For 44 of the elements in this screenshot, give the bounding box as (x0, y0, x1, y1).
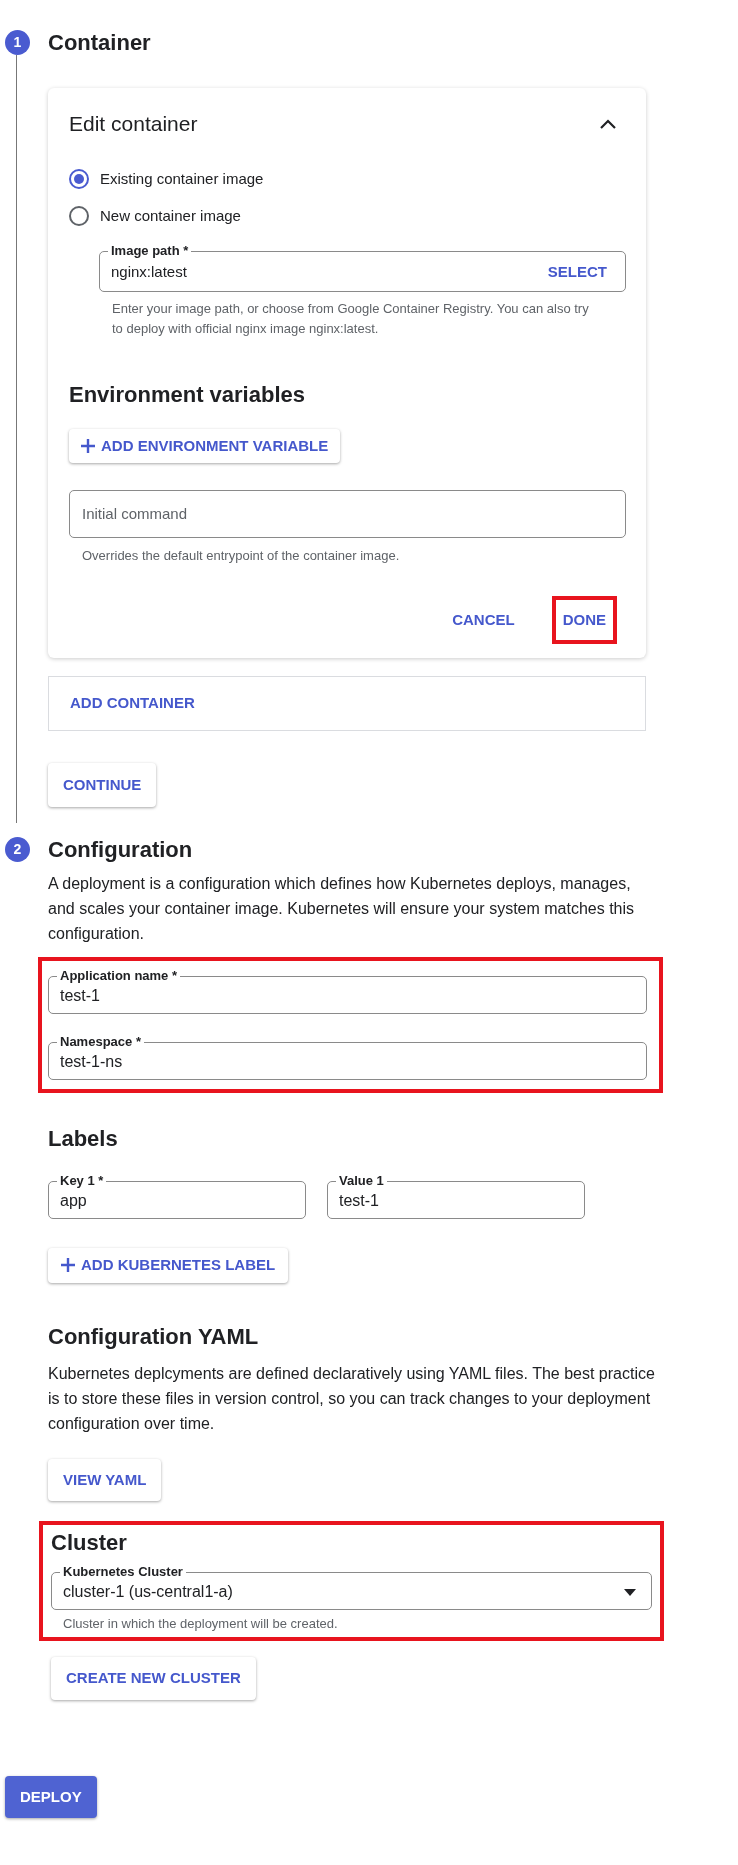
placeholder-text: Initial command (82, 505, 188, 522)
dialog-action-button[interactable]: DONE (562, 609, 606, 632)
radio-button[interactable] (69, 169, 89, 190)
plus-icon (61, 1258, 75, 1273)
select-button[interactable]: SELECT (547, 261, 607, 284)
radio-label: New container image (100, 205, 241, 226)
step-number-badge: 2 (5, 837, 30, 862)
step-title: Container (48, 30, 151, 55)
field-label: Image path * (108, 243, 192, 259)
dropdown-caret-icon (624, 1588, 636, 1596)
chevron-up-icon[interactable] (600, 119, 616, 129)
deploy-button[interactable]: DEPLOY (5, 1775, 97, 1818)
field-label: Key 1 * (57, 1173, 107, 1189)
radio-label: Existing container image (100, 169, 264, 189)
field-value: app (60, 1191, 88, 1211)
create-new-cluster-button[interactable]: CREATE NEW CLUSTER (51, 1657, 256, 1700)
helper-text: Enter your image path, or choose from Google Container Registry. You can also try to deploy with official nginx image nginx:latest. (111, 299, 590, 338)
field-value: cluster-1 (us-central1-a) (63, 1582, 234, 1602)
add-container-panel[interactable]: ADD CONTAINER (48, 676, 646, 731)
section-heading: Labels (48, 1125, 119, 1153)
description-text: A deployment is a configuration which defines how Kubernetes deploys, manages, and scales your container image. Kubernetes will ensure your system matches this configuration. (48, 874, 636, 944)
helper-text: Overrides the default entrypoint of the container image. (81, 547, 401, 565)
field-value: test-1 (339, 1191, 380, 1211)
helper-text: Cluster in which the deployment will be created. (62, 1615, 339, 1633)
section-heading: Environment variables (69, 380, 306, 409)
field-label: Namespace * (57, 1034, 144, 1050)
card-title: Edit container (69, 112, 198, 136)
continue-button[interactable]: CONTINUE (48, 762, 157, 807)
field-value: test-1-ns (60, 1052, 124, 1072)
section-heading: Cluster (51, 1529, 128, 1557)
radio-button[interactable] (69, 205, 89, 226)
initial-command-field[interactable]: Initial command (69, 490, 626, 538)
plus-icon (81, 438, 95, 453)
field-label: Application name * (57, 968, 181, 984)
field-value: test-1 (60, 986, 101, 1006)
field-value: nginx:latest (111, 262, 188, 283)
add-environment-variable-button[interactable]: ADD ENVIRONMENT VARIABLE (69, 428, 341, 463)
view-yaml-button[interactable]: VIEW YAML (48, 1458, 162, 1501)
add-kubernetes-label-button[interactable]: ADD KUBERNETES LABEL (48, 1248, 289, 1283)
step-title: Configuration (48, 837, 193, 862)
section-heading: Configuration YAML (48, 1322, 260, 1351)
dialog-action-button[interactable]: CANCEL (452, 609, 515, 632)
step-number-badge: 1 (5, 30, 30, 55)
description-text: Kubernetes deplcyments are defined declaratively using YAML files. The best practice is to store these files in version control, so you can track changes to your deployment configuration over time. (48, 1363, 656, 1434)
